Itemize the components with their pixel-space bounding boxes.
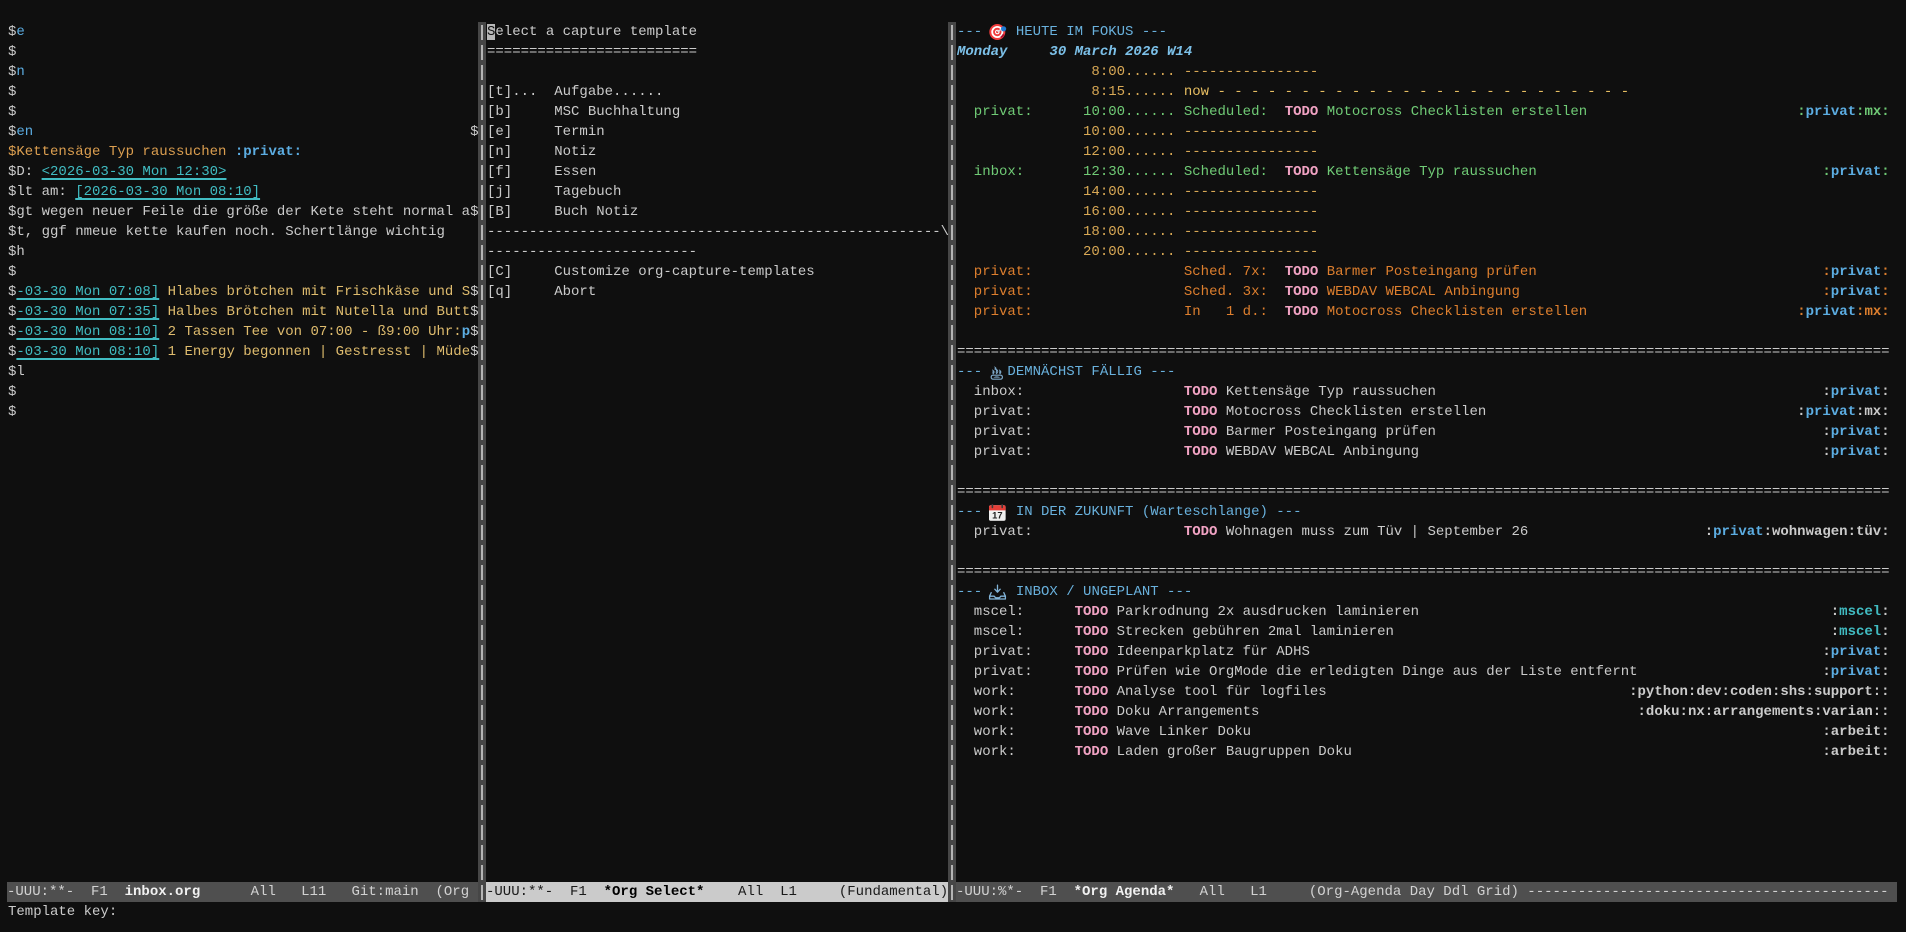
svg-text:17: 17 bbox=[992, 510, 1002, 521]
